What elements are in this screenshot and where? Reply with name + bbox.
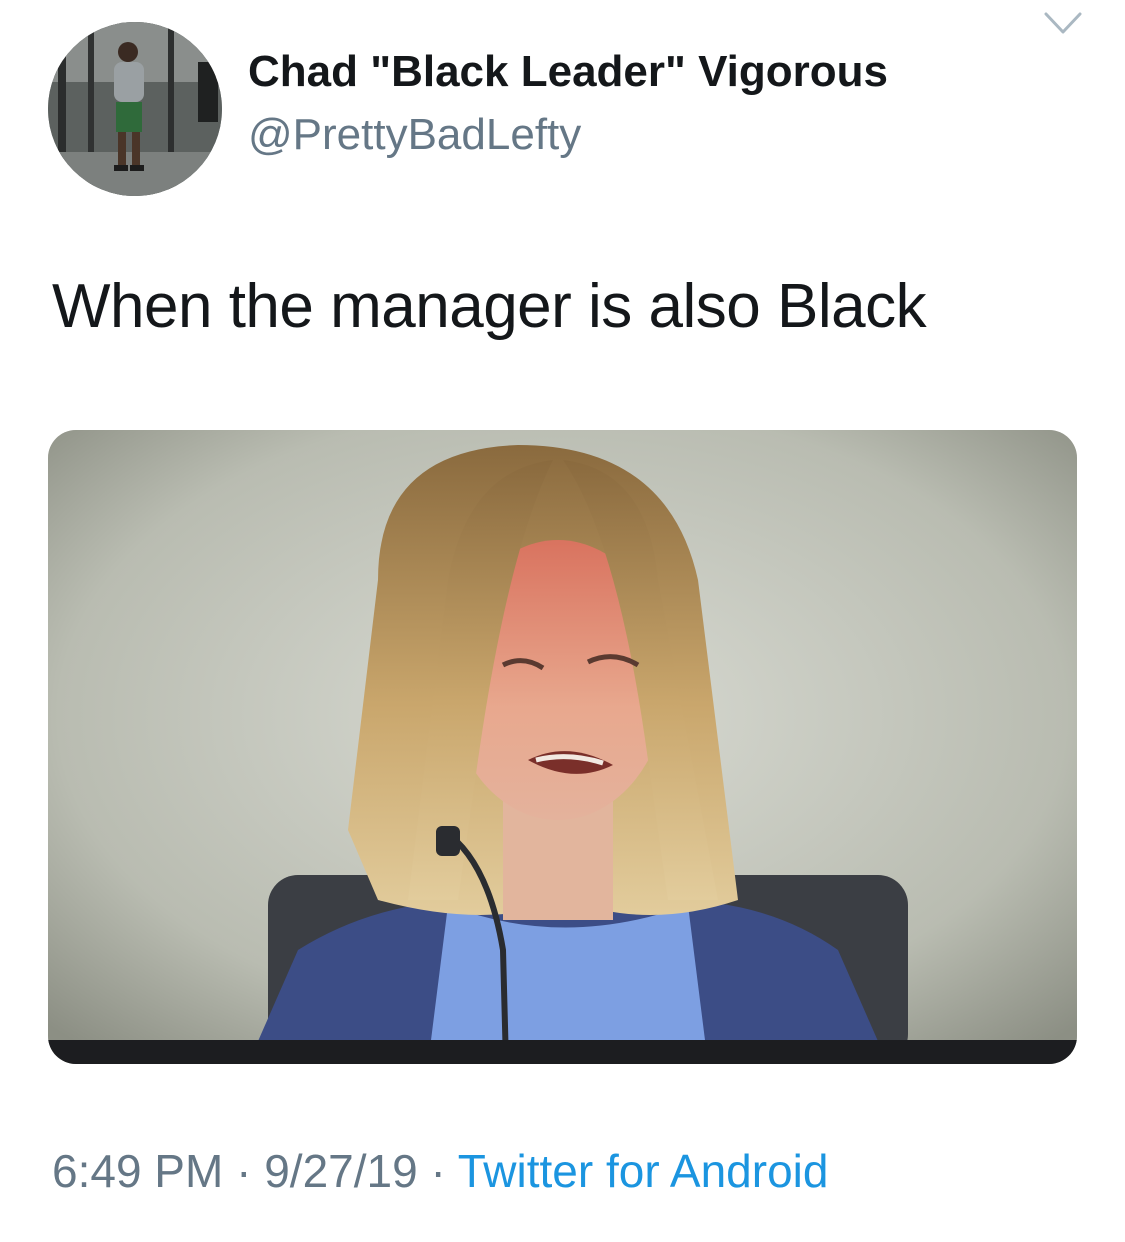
tweet-date[interactable]: 9/27/19: [264, 1145, 417, 1197]
tweet-text: When the manager is also Black: [52, 272, 927, 341]
avatar[interactable]: [48, 22, 222, 196]
meta-separator: ·: [223, 1145, 265, 1197]
tweet-time[interactable]: 6:49 PM: [52, 1145, 223, 1197]
avatar-photo: [48, 22, 222, 196]
tweet-media-image[interactable]: [48, 430, 1077, 1064]
display-name[interactable]: Chad "Black Leader" Vigorous: [248, 50, 888, 94]
tweet-source-link[interactable]: Twitter for Android: [458, 1145, 829, 1197]
chevron-down-icon[interactable]: [1042, 8, 1084, 38]
tweet-meta: 6:49 PM · 9/27/19 · Twitter for Android: [52, 1148, 828, 1194]
user-handle[interactable]: @PrettyBadLefty: [248, 113, 581, 157]
tweet-card: Chad "Black Leader" Vigorous @PrettyBadL…: [0, 0, 1125, 1242]
media-photo: [48, 430, 1077, 1064]
meta-separator: ·: [417, 1145, 458, 1197]
